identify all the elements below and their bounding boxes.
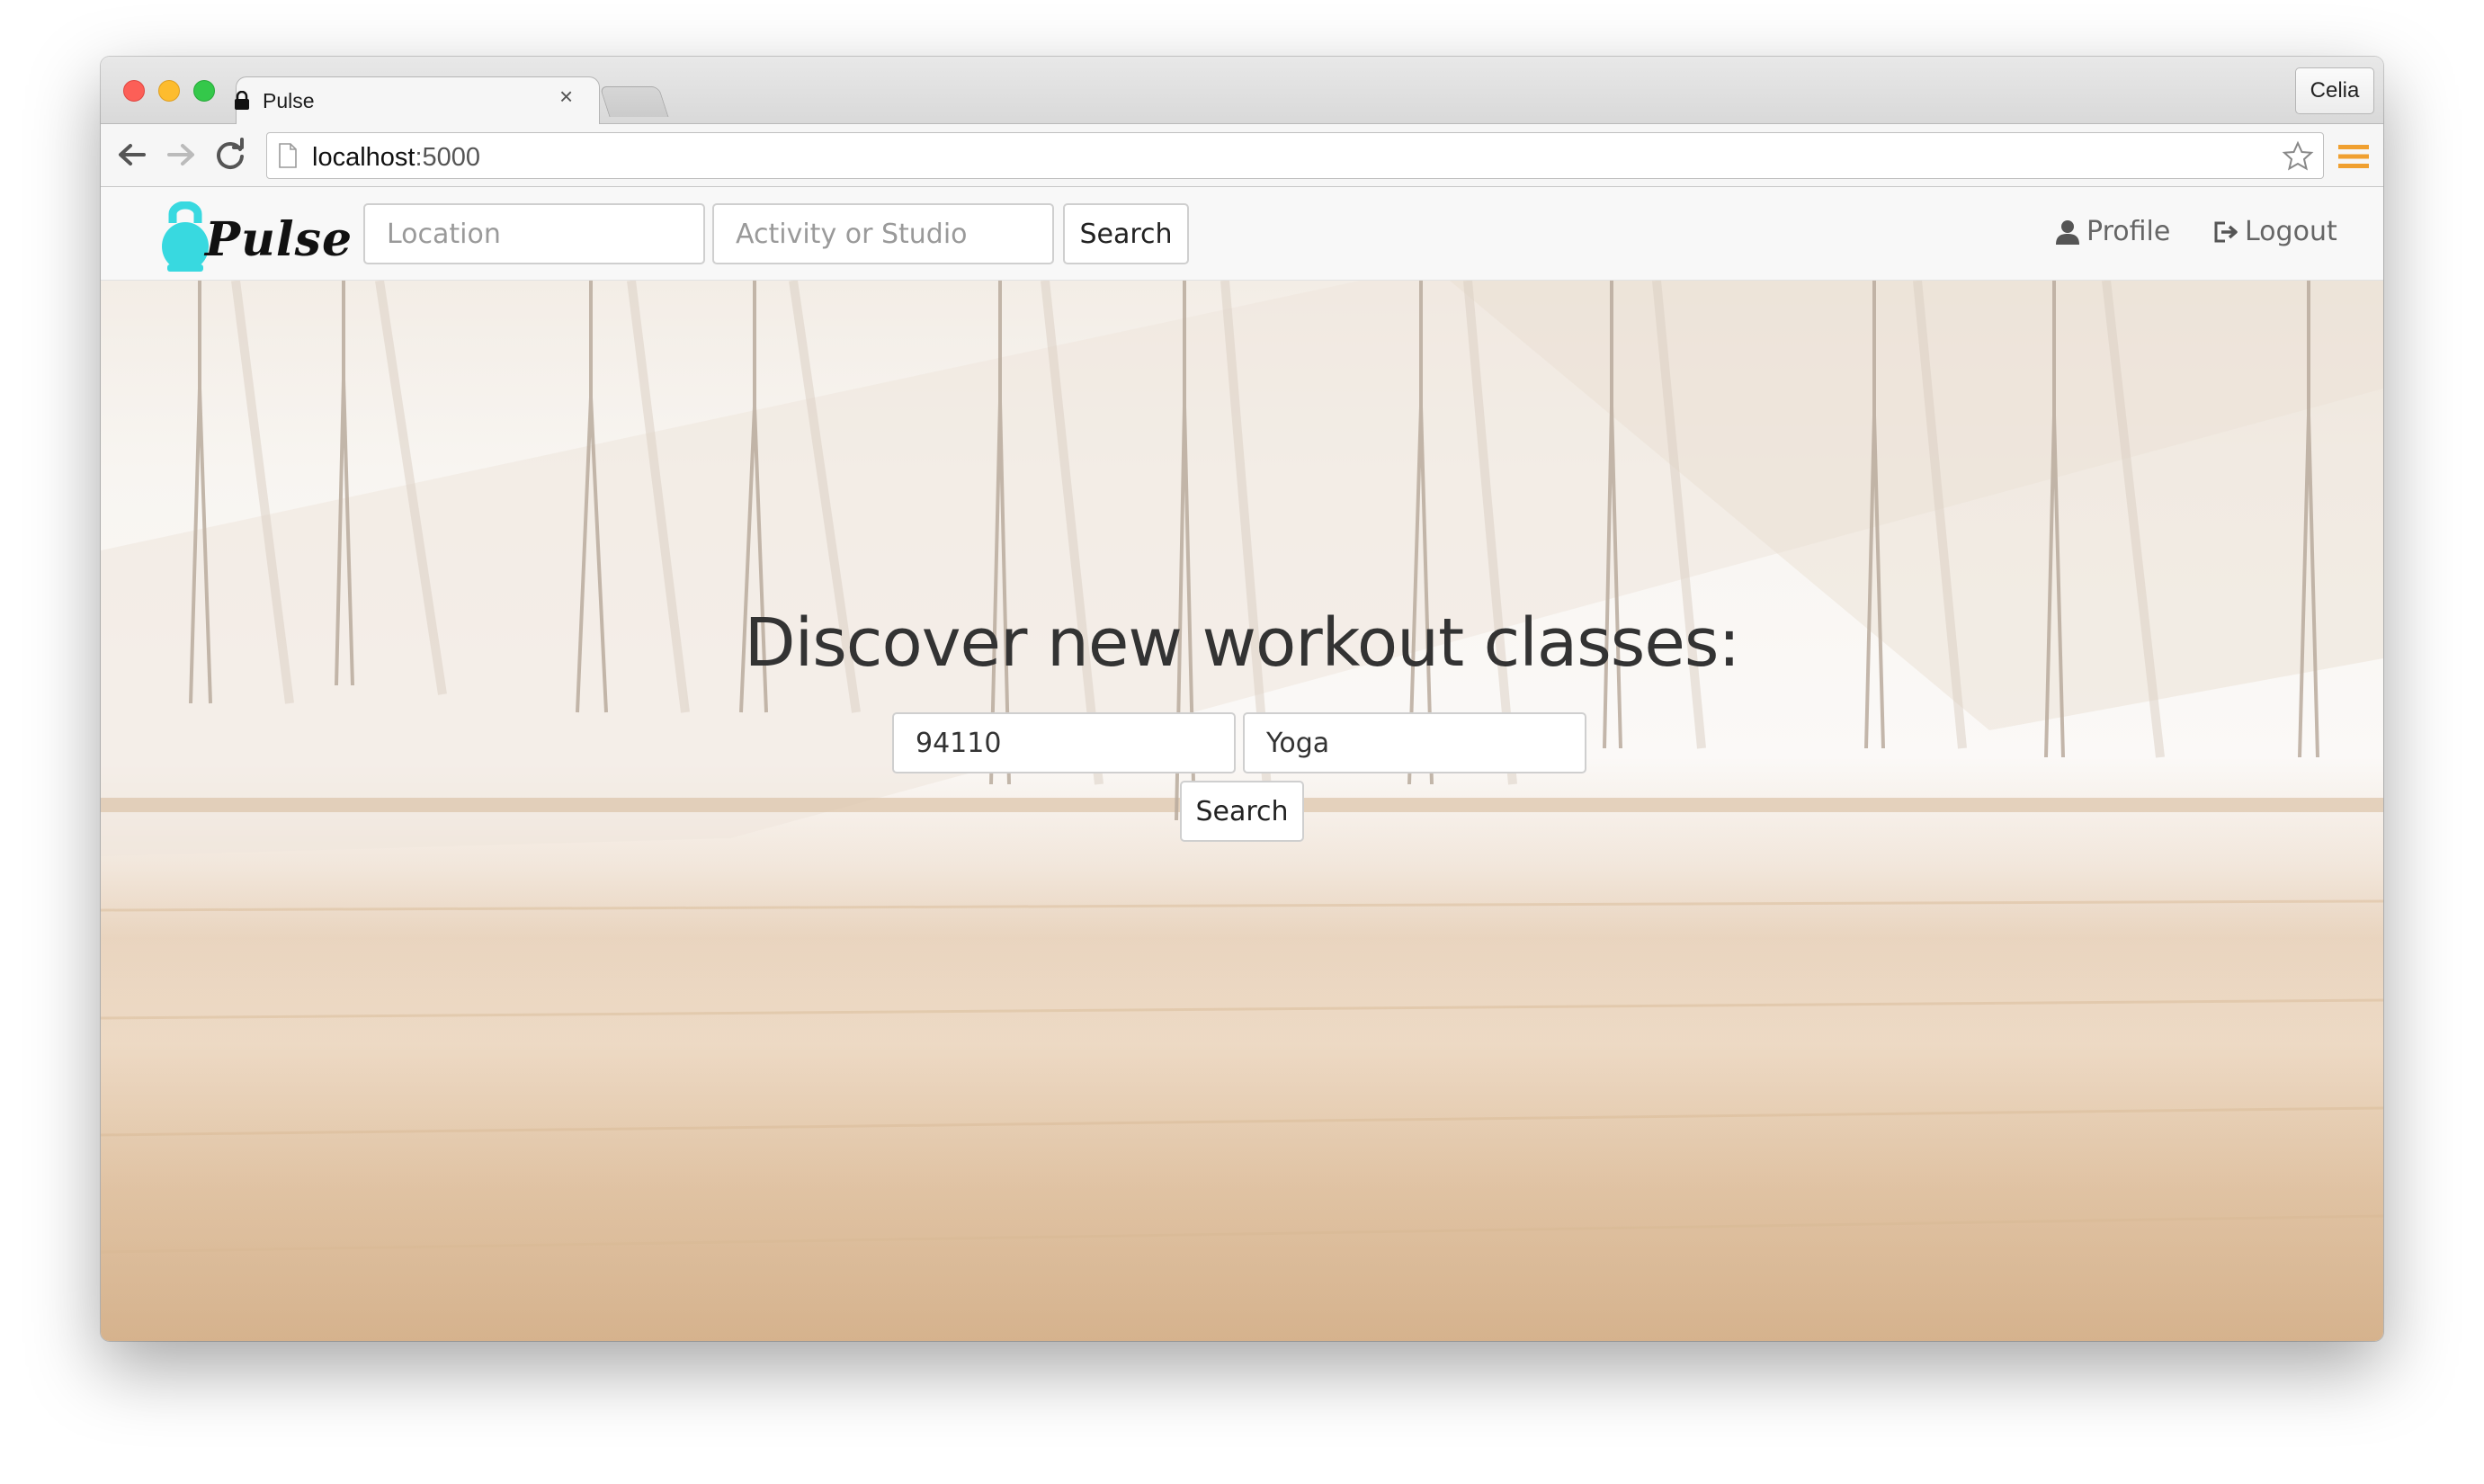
logout-link[interactable]: Logout [2212, 216, 2337, 247]
navbar-search-button[interactable]: Search [1063, 203, 1189, 264]
menu-icon[interactable] [2338, 145, 2369, 168]
brand-logo[interactable]: Pulse [160, 201, 352, 272]
star-icon[interactable] [2282, 140, 2314, 173]
profile-chip[interactable]: Celia [2295, 67, 2374, 114]
hero-title: Discover new workout classes: [744, 604, 1741, 682]
lock-icon [235, 91, 249, 110]
hero-section: Discover new workout classes: Search [101, 281, 2383, 1341]
back-arrow-icon[interactable] [113, 137, 149, 173]
page-content: Pulse Search Profile Logout [101, 187, 2383, 1341]
browser-window: Pulse × Celia localhost:5000 Pulse Locat… [101, 57, 2383, 1341]
profile-link[interactable]: Profile [2054, 216, 2170, 247]
url-text: localhost:5000 [312, 143, 480, 173]
hero-search-button[interactable]: Search [1180, 781, 1304, 842]
logout-label: Logout [2245, 216, 2337, 247]
tab-close-button[interactable]: × [559, 85, 573, 108]
maximize-window-button[interactable] [193, 80, 215, 102]
new-tab-button[interactable] [599, 86, 669, 117]
tab-strip: Pulse × Celia [101, 57, 2383, 125]
reload-icon[interactable] [212, 137, 248, 173]
navbar-activity-input[interactable] [712, 203, 1054, 264]
url-port: :5000 [415, 143, 481, 172]
url-host: localhost [312, 143, 415, 172]
logout-icon [2214, 221, 2238, 242]
forward-arrow-icon[interactable] [164, 137, 200, 173]
site-navbar: Pulse Search Profile Logout [101, 187, 2383, 281]
close-window-button[interactable] [123, 80, 145, 102]
browser-toolbar: localhost:5000 [101, 124, 2383, 187]
tab-title: Pulse [263, 89, 315, 112]
brand-name: Pulse [205, 212, 353, 267]
page-icon [279, 143, 297, 168]
profile-label: Profile [2086, 216, 2171, 247]
navbar-location-input[interactable] [363, 203, 705, 264]
kettlebell-icon [162, 201, 209, 272]
user-icon [2056, 219, 2079, 245]
minimize-window-button[interactable] [158, 80, 180, 102]
address-bar[interactable]: localhost:5000 [266, 132, 2324, 179]
hero-activity-input[interactable] [1243, 712, 1586, 773]
hero-location-input[interactable] [892, 712, 1236, 773]
